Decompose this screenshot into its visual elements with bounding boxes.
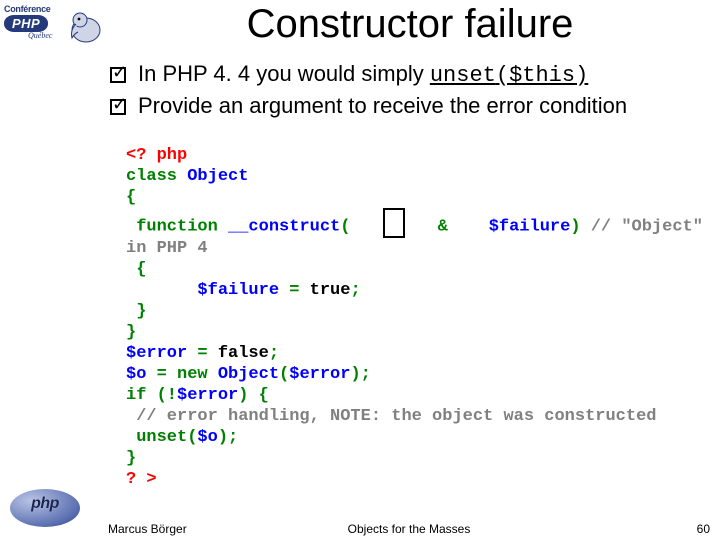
bullet-text: In PHP 4. 4 you would simply unset($this… xyxy=(138,60,588,90)
page-number: 60 xyxy=(697,522,710,536)
bullet-list: In PHP 4. 4 you would simply unset($this… xyxy=(110,60,710,122)
php-badge: PHP xyxy=(4,15,48,32)
php-logo-bottom: php xyxy=(10,489,80,532)
bullet-item: Provide an argument to receive the error… xyxy=(110,92,710,120)
checkmark-icon xyxy=(110,60,138,88)
elephant-mascot-icon xyxy=(66,6,106,46)
conference-logo: Conférence PHP Québec xyxy=(4,4,104,64)
page-title: Constructor failure xyxy=(110,2,710,47)
php-logo-text: php xyxy=(10,495,80,513)
footer-title: Objects for the Masses xyxy=(108,522,710,536)
boxed-glyph-icon xyxy=(383,208,405,238)
bullet-item: In PHP 4. 4 you would simply unset($this… xyxy=(110,60,710,90)
checkmark-icon xyxy=(110,92,138,120)
sidebar: Conférence PHP Québec php xyxy=(0,0,105,540)
code-block: <? php class Object { function __constru… xyxy=(126,145,708,490)
bullet-text: Provide an argument to receive the error… xyxy=(138,92,627,120)
